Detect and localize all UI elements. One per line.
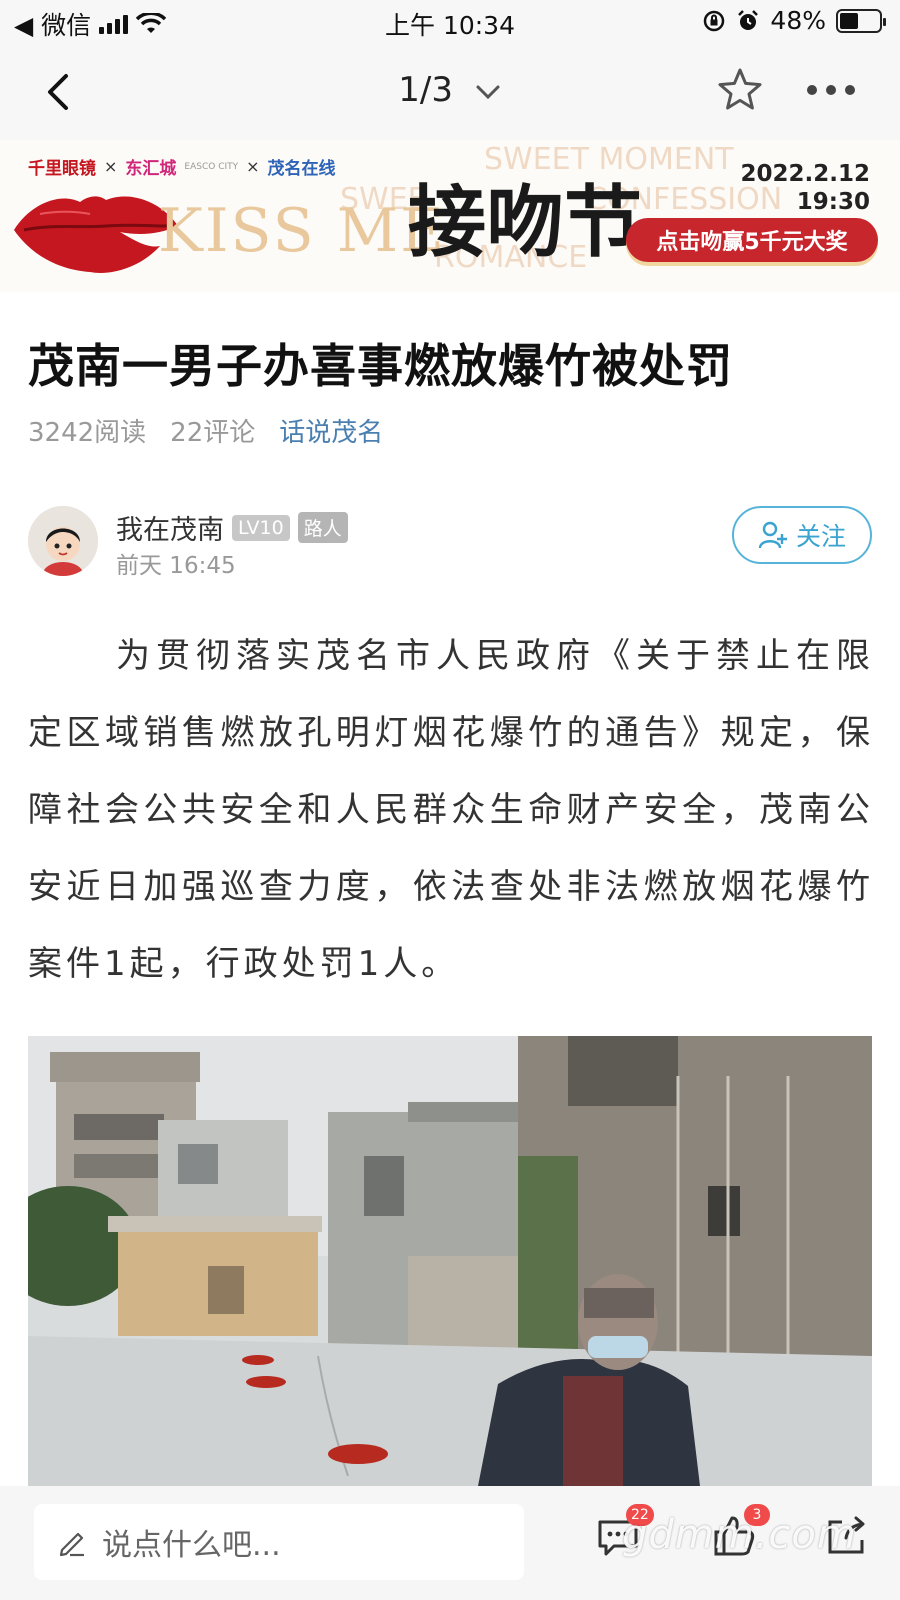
site-watermark: gdmm.com <box>622 1512 857 1558</box>
banner-cta-button[interactable]: 点击吻赢5千元大奖 <box>626 218 878 262</box>
role-badge: 路人 <box>297 512 348 543</box>
pencil-icon <box>59 1532 84 1557</box>
sponsor-gdmm: 茂名在线 <box>267 159 336 179</box>
lips-logo <box>14 196 178 273</box>
favorite-star-icon[interactable] <box>716 66 764 114</box>
article-body: 为贯彻落实茂名市人民政府《关于禁止在限定区域销售燃放孔明灯烟花爆竹的通告》规定，… <box>28 636 874 984</box>
follow-label: 关注 <box>795 522 846 551</box>
event-title: 接吻节 <box>408 177 643 268</box>
comment-input[interactable]: 说点什么吧... <box>34 1504 524 1580</box>
sponsor-qianliyan: 千里眼镜 <box>28 159 96 179</box>
more-options-icon[interactable] <box>806 80 856 100</box>
sponsor-logos: 千里眼镜 × 东汇城 EASCO CITY × 茂名在线 <box>28 154 336 179</box>
sponsor-donghuicheng: 东汇城 <box>125 159 177 179</box>
rooftop-scene-image <box>28 1036 872 1486</box>
topic-link[interactable]: 话说茂名 <box>279 412 383 449</box>
battery-percent: 48% <box>770 6 826 35</box>
banner-ad[interactable]: SWEET MOMENT SWEE CONFESSION ROMANCE 千里眼… <box>0 140 900 292</box>
event-date: 2022.2.12 <box>740 161 871 187</box>
page-indicator: 1/3 <box>398 70 453 110</box>
times-sign: × <box>104 157 118 176</box>
chevron-down-icon <box>476 85 500 99</box>
article-meta: 3242阅读 22评论 话说茂名 <box>28 412 383 449</box>
author-name[interactable]: 我在茂南 <box>116 508 224 547</box>
kiss-me-text: KISS ME <box>158 196 446 266</box>
times-sign: × <box>246 157 260 176</box>
page-indicator-dropdown[interactable]: 1/3 <box>0 70 900 110</box>
status-right: 48% <box>702 6 886 35</box>
event-datetime: 2022.2.12 19:30 <box>741 160 871 216</box>
battery-icon <box>836 8 886 33</box>
read-count: 3242阅读 <box>28 418 147 448</box>
post-time: 前天 16:45 <box>116 553 236 579</box>
level-badge: LV10 <box>232 514 290 541</box>
comment-placeholder: 说点什么吧... <box>102 1528 281 1563</box>
status-bar: ◀ 微信 上午 10:34 48% <box>0 0 900 44</box>
avatar[interactable] <box>28 506 98 576</box>
comment-count: 22评论 <box>170 418 256 448</box>
event-time: 19:30 <box>796 189 870 215</box>
article-title: 茂南一男子办喜事燃放爆竹被处罚 <box>28 339 733 393</box>
follow-button[interactable]: 关注 <box>732 506 872 564</box>
nav-bar: 1/3 <box>0 44 900 140</box>
author-name-row: 我在茂南 LV10 路人 <box>116 508 348 547</box>
alarm-icon <box>738 9 759 30</box>
rotation-lock-icon <box>704 10 725 31</box>
add-user-icon <box>758 521 787 549</box>
article-photo[interactable] <box>28 1036 872 1486</box>
author-row: 我在茂南 LV10 路人 前天 16:45 关注 <box>28 500 872 580</box>
sponsor-donghuicheng-sub: EASCO CITY <box>184 161 239 172</box>
avatar-illustration <box>28 506 98 576</box>
